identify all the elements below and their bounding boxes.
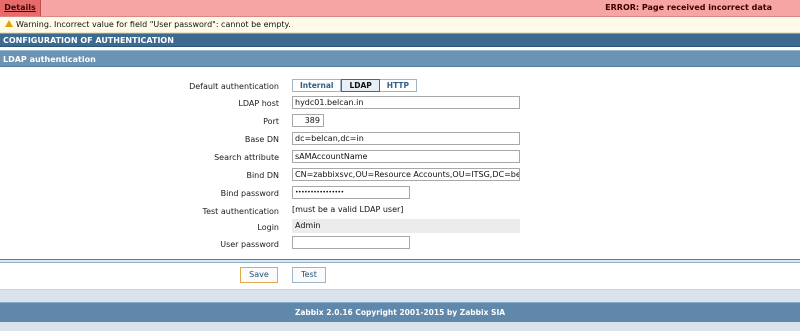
search-attribute-input[interactable]: sAMAccountName <box>292 150 520 163</box>
footer-spacer <box>0 289 800 303</box>
base-dn-input[interactable]: dc=belcan,dc=in <box>292 132 520 145</box>
ldap-host-input[interactable]: hydc01.belcan.in <box>292 96 520 109</box>
footer-bottom <box>0 322 800 331</box>
user-password-input[interactable] <box>292 236 410 249</box>
ldap-host-label: LDAP host <box>238 99 279 108</box>
login-field: Admin <box>292 219 520 233</box>
bind-dn-label: Bind DN <box>246 171 279 180</box>
warning-icon <box>5 20 13 27</box>
ldap-form: Default authentication Internal LDAP HTT… <box>0 67 800 259</box>
base-dn-label: Base DN <box>244 135 279 144</box>
test-button[interactable]: Test <box>292 267 326 283</box>
error-bar: Details ERROR: Page received incorrect d… <box>0 0 800 17</box>
bind-password-label: Bind password <box>220 189 279 198</box>
user-password-label: User password <box>220 240 279 249</box>
save-button[interactable]: Save <box>240 267 278 283</box>
search-attribute-label: Search attribute <box>214 153 279 162</box>
test-auth-label: Test authentication <box>202 207 279 216</box>
section-subtitle: LDAP authentication <box>0 50 800 67</box>
page-title: CONFIGURATION OF AUTHENTICATION <box>0 33 800 47</box>
footer-copyright: Zabbix 2.0.16 Copyright 2001-2015 by Zab… <box>0 302 800 323</box>
login-label: Login <box>257 223 279 232</box>
details-button[interactable]: Details <box>0 0 41 16</box>
test-auth-hint: [must be a valid LDAP user] <box>292 205 404 214</box>
warning-text: Warning. Incorrect value for field "User… <box>16 20 291 29</box>
auth-option-internal[interactable]: Internal <box>293 80 342 91</box>
auth-option-http[interactable]: HTTP <box>380 80 416 91</box>
error-message: ERROR: Page received incorrect data <box>605 3 772 12</box>
auth-option-ldap[interactable]: LDAP <box>341 79 380 92</box>
bind-password-input[interactable]: •••••••••••••••• <box>292 186 410 199</box>
default-auth-label: Default authentication <box>189 82 279 91</box>
form-divider-line <box>0 262 800 263</box>
bind-dn-input[interactable]: CN=zabbixsvc,OU=Resource Accounts,OU=ITS… <box>292 168 520 181</box>
port-input[interactable]: 389 <box>292 114 324 127</box>
warning-message-row: Warning. Incorrect value for field "User… <box>0 17 800 33</box>
port-label: Port <box>263 117 279 126</box>
default-auth-toggle: Internal LDAP HTTP <box>292 79 417 92</box>
